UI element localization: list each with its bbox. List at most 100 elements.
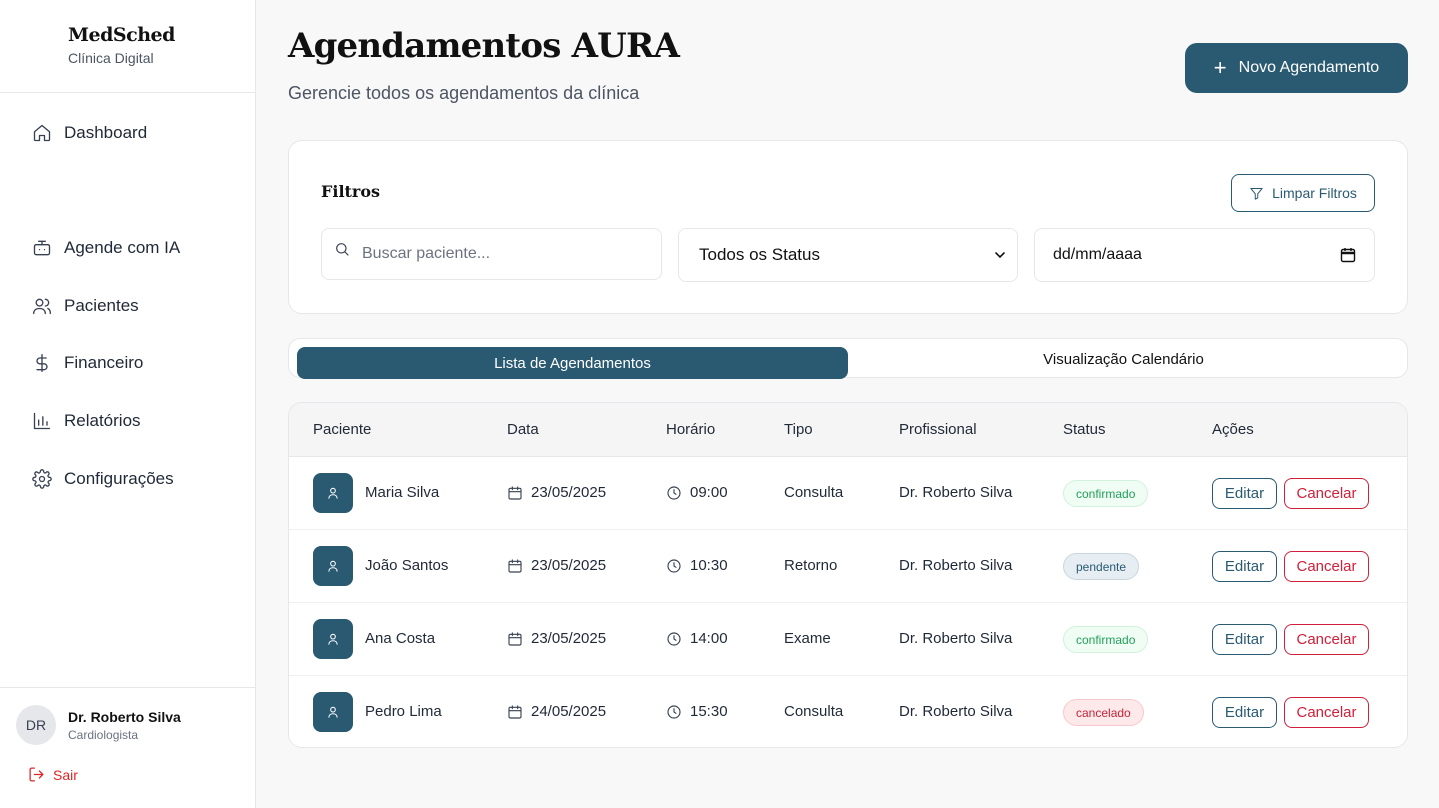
sidebar-item-label: Relatórios <box>64 411 141 430</box>
patient-name: Maria Silva <box>365 484 440 501</box>
type-cell: Consulta <box>784 703 844 720</box>
status-badge: pendente <box>1063 553 1140 580</box>
sidebar-item-dashboard[interactable]: Dashboard <box>32 119 147 147</box>
time-cell: 14:00 <box>666 630 728 647</box>
cancel-button[interactable]: Cancelar <box>1284 478 1369 509</box>
type-cell: Retorno <box>784 557 838 574</box>
column-header: Ações <box>1212 421 1254 438</box>
edit-button[interactable]: Editar <box>1212 478 1277 509</box>
column-header: Paciente <box>313 421 372 438</box>
plus-icon: + <box>1213 55 1227 80</box>
users-icon <box>33 298 51 315</box>
time-cell: 15:30 <box>666 703 728 720</box>
patient-avatar <box>313 692 353 732</box>
user-role: Cardiologista <box>68 728 139 742</box>
sidebar-item-label: Dashboard <box>64 123 148 142</box>
filters-title: Filtros <box>321 182 381 201</box>
chevron-down-icon <box>995 252 1005 259</box>
view-tabs: Lista de Agendamentos Visualização Calen… <box>288 338 1408 379</box>
professional-cell: Dr. Roberto Silva <box>899 484 1013 501</box>
table-header: Paciente Data Horário Tipo Profissional … <box>289 403 1407 457</box>
cancel-button[interactable]: Cancelar <box>1284 697 1369 728</box>
clock-icon <box>667 558 681 573</box>
search-input[interactable] <box>362 245 642 263</box>
new-appointment-button[interactable]: + Novo Agendamento <box>1185 43 1408 93</box>
home-icon <box>33 124 51 142</box>
cancel-button[interactable]: Cancelar <box>1284 551 1369 582</box>
cancel-button[interactable]: Cancelar <box>1284 624 1369 655</box>
edit-button[interactable]: Editar <box>1212 624 1277 655</box>
logout-button[interactable]: Sair <box>28 766 78 783</box>
gear-icon <box>32 469 52 489</box>
page-title: Agendamentos AURA <box>288 26 680 66</box>
page-subtitle: Gerencie todos os agendamentos da clínic… <box>288 83 640 103</box>
column-header: Status <box>1063 421 1106 438</box>
table-row: Ana Costa 23/05/2025 14:00 Exame Dr. Roberto… <box>289 603 1407 676</box>
sidebar-item-pacientes[interactable]: Pacientes <box>32 292 139 320</box>
brand-name: MedSched <box>68 24 175 46</box>
user-icon <box>328 487 338 499</box>
calendar-icon <box>508 485 522 500</box>
sidebar-item-configuracoes[interactable]: Configurações <box>32 465 174 493</box>
type-cell: Exame <box>784 630 831 647</box>
patient-avatar <box>313 619 353 659</box>
brand-subtitle: Clínica Digital <box>68 50 154 66</box>
column-header: Data <box>507 421 539 438</box>
patient-name: Ana Costa <box>365 630 436 647</box>
user-icon <box>328 633 338 645</box>
sidebar-item-relatorios[interactable]: Relatórios <box>32 407 141 435</box>
type-cell: Consulta <box>784 484 844 501</box>
user-profile: DR Dr. Roberto Silva Cardiologista Sair <box>0 687 256 808</box>
column-header: Horário <box>666 421 716 438</box>
sidebar-item-label: Agende com IA <box>64 238 181 257</box>
status-badge: confirmado <box>1063 480 1149 507</box>
date-input[interactable]: dd/mm/aaaa <box>1034 228 1375 282</box>
user-icon <box>328 560 338 572</box>
clock-icon <box>667 485 681 500</box>
time-value: 14:00 <box>690 630 728 647</box>
clear-filters-label: Limpar Filtros <box>1272 185 1357 201</box>
edit-button[interactable]: Editar <box>1212 551 1277 582</box>
date-value: 23/05/2025 <box>531 630 607 647</box>
patient-name: Pedro Lima <box>365 703 442 720</box>
date-value: 23/05/2025 <box>531 484 607 501</box>
sidebar-item-financeiro[interactable]: Financeiro <box>32 349 143 377</box>
status-select-value: Todos os Status <box>699 245 820 264</box>
calendar-icon <box>508 631 522 646</box>
filters-card: Filtros Limpar Filtros Todos os Status d… <box>288 140 1408 314</box>
time-value: 09:00 <box>690 484 728 501</box>
calendar-icon <box>508 558 522 573</box>
search-icon <box>336 243 349 256</box>
time-cell: 09:00 <box>666 484 728 501</box>
avatar: DR <box>16 705 56 745</box>
clear-filters-button[interactable]: Limpar Filtros <box>1231 174 1375 212</box>
date-input-value: dd/mm/aaaa <box>1053 246 1142 263</box>
table-row: Maria Silva 23/05/2025 09:00 Consulta Dr. Ro… <box>289 457 1407 530</box>
bar-chart-icon <box>33 412 51 430</box>
time-value: 10:30 <box>690 557 728 574</box>
date-cell: 23/05/2025 <box>507 557 606 574</box>
edit-button[interactable]: Editar <box>1212 697 1277 728</box>
date-cell: 23/05/2025 <box>507 484 606 501</box>
tab-calendar[interactable]: Visualização Calendário <box>848 343 1399 375</box>
filter-icon <box>1250 187 1263 200</box>
column-header: Profissional <box>899 421 977 438</box>
status-badge: confirmado <box>1063 626 1149 653</box>
date-cell: 23/05/2025 <box>507 630 606 647</box>
user-name: Dr. Roberto Silva <box>68 709 181 725</box>
sidebar-item-label: Configurações <box>64 469 174 488</box>
tab-list[interactable]: Lista de Agendamentos <box>297 347 848 379</box>
date-value: 23/05/2025 <box>531 557 607 574</box>
column-header: Tipo <box>784 421 813 438</box>
table-row: Pedro Lima 24/05/2025 15:30 Consulta Dr. Rob… <box>289 676 1407 747</box>
table-row: João Santos 23/05/2025 10:30 Retorno Dr. Rob… <box>289 530 1407 603</box>
date-cell: 24/05/2025 <box>507 703 606 720</box>
calendar-icon[interactable] <box>1340 247 1356 263</box>
sidebar-item-label: Pacientes <box>64 296 139 315</box>
brand: MedSched Clínica Digital <box>0 0 255 93</box>
professional-cell: Dr. Roberto Silva <box>899 557 1013 574</box>
status-select[interactable]: Todos os Status <box>678 228 1018 282</box>
calendar-icon <box>508 704 522 719</box>
sidebar-item-agende-ia[interactable]: Agende com IA <box>32 234 180 262</box>
user-icon <box>328 706 338 718</box>
